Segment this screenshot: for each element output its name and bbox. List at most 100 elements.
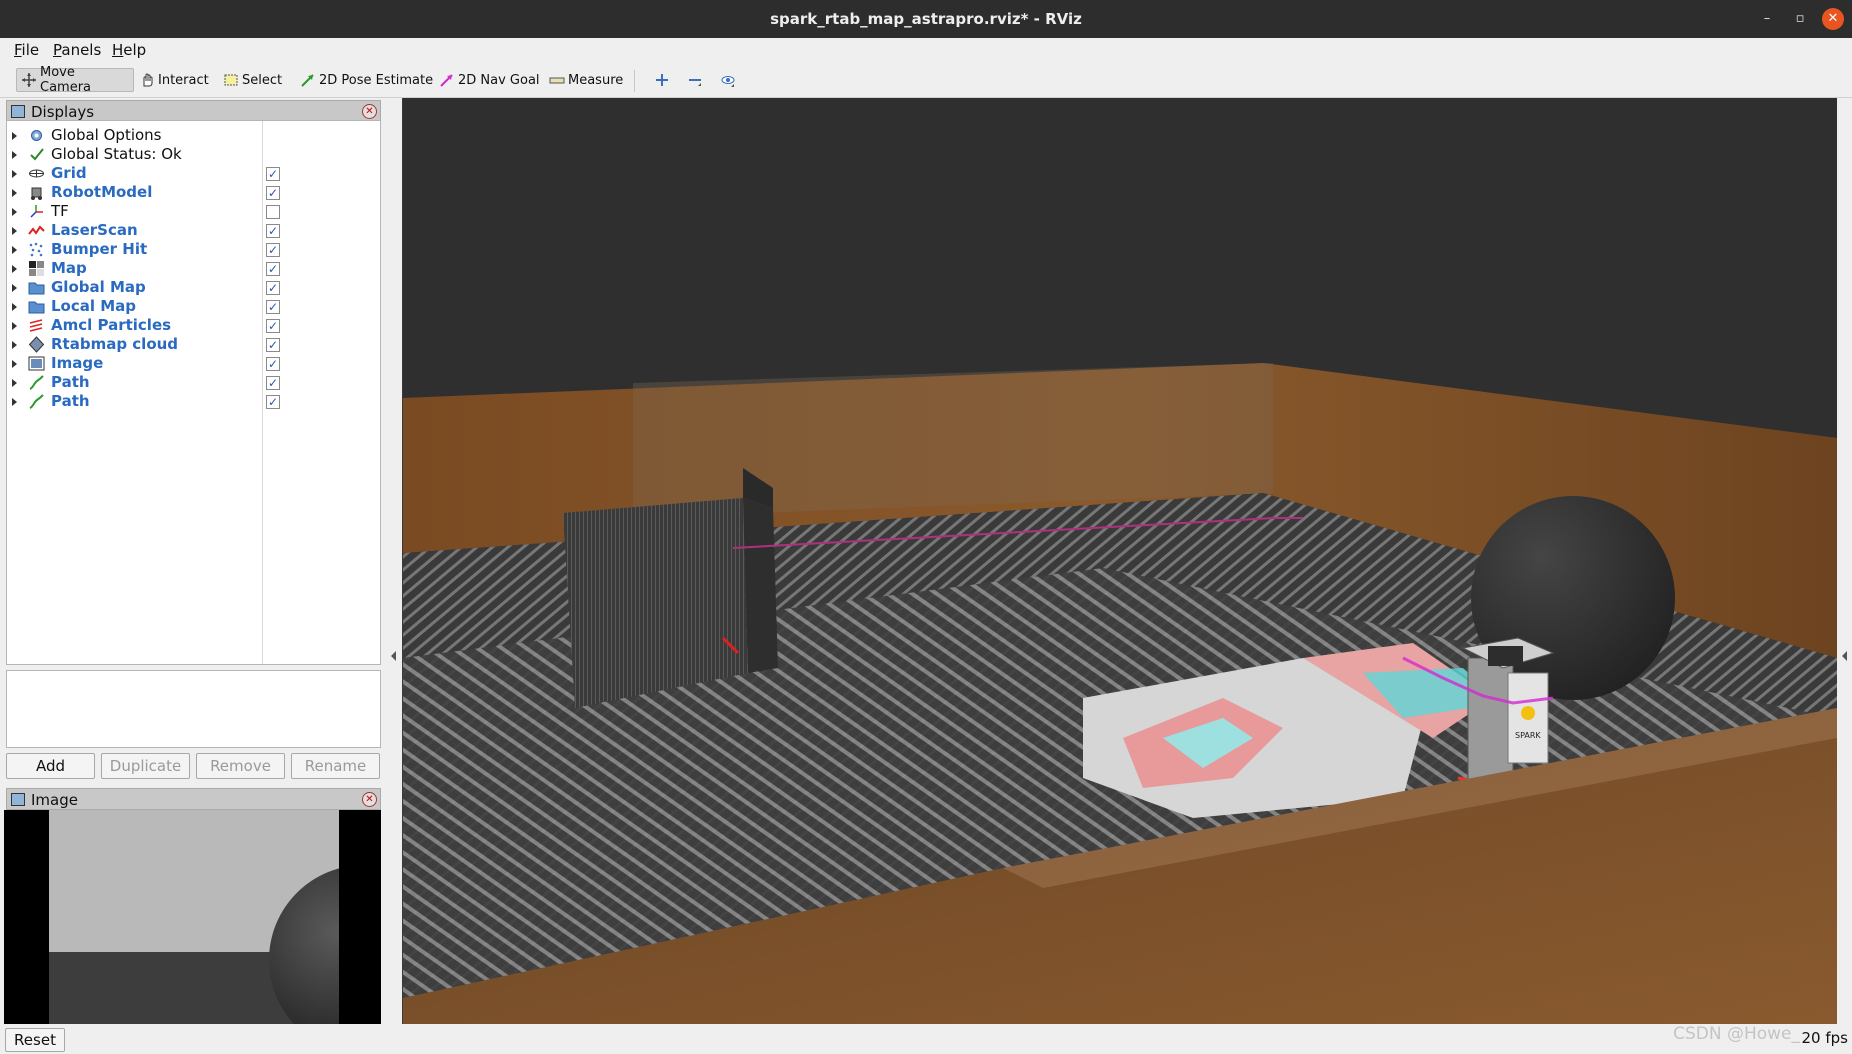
add-tool-button[interactable] [650,68,677,92]
expand-arrow-icon[interactable] [12,132,17,140]
enable-checkbox[interactable]: ✓ [266,167,280,181]
display-row-bumper-hit[interactable]: Bumper Hit ✓ [7,240,380,259]
pose-estimate-button[interactable]: 2D Pose Estimate [296,68,437,92]
display-row-global-map[interactable]: Global Map ✓ [7,278,380,297]
display-label: Image [51,354,104,372]
display-description-box [6,670,381,748]
expand-arrow-icon[interactable] [12,208,17,216]
laser-icon [28,222,45,239]
points-icon [28,241,45,258]
expand-arrow-icon[interactable] [12,398,17,406]
duplicate-display-button[interactable]: Duplicate [101,753,190,779]
remove-display-button[interactable]: Remove [196,753,285,779]
enable-checkbox[interactable]: ✓ [266,357,280,371]
particles-icon [28,317,45,334]
display-row-map[interactable]: Map ✓ [7,259,380,278]
menu-file[interactable]: File [14,41,39,59]
interact-label: Interact [158,72,209,88]
display-row-amcl-particles[interactable]: Amcl Particles ✓ [7,316,380,335]
pose-estimate-label: 2D Pose Estimate [319,72,434,88]
enable-checkbox[interactable]: ✓ [266,262,280,276]
reset-button[interactable]: Reset [5,1028,65,1052]
enable-checkbox[interactable]: ✓ [266,224,280,238]
move-camera-label: Move Camera [40,65,92,95]
folder-icon [28,298,45,315]
display-row-rtabmap-cloud[interactable]: Rtabmap cloud ✓ [7,335,380,354]
collapse-right-icon[interactable] [1842,651,1847,661]
expand-arrow-icon[interactable] [12,246,17,254]
3d-render-view[interactable]: SPARK [403,98,1837,1024]
display-row-image[interactable]: Image ✓ [7,354,380,373]
map-icon [28,260,45,277]
minus-icon [687,72,703,88]
expand-arrow-icon[interactable] [12,189,17,197]
select-label: Select [242,72,283,88]
view-options-button[interactable] [716,68,743,92]
menu-panels[interactable]: Panels [53,41,101,59]
displays-panel-header: Displays ✕ [6,100,381,122]
display-label: Amcl Particles [51,316,172,334]
close-image-panel-icon[interactable]: ✕ [362,792,377,807]
toolbar-separator [634,70,635,92]
collapse-left-icon[interactable] [391,651,396,661]
close-window-icon[interactable]: ✕ [1822,8,1844,30]
enable-checkbox[interactable]: ✓ [266,395,280,409]
expand-arrow-icon[interactable] [12,170,17,178]
enable-checkbox[interactable]: ✓ [266,376,280,390]
select-button[interactable]: Select [219,68,286,92]
expand-arrow-icon[interactable] [12,284,17,292]
select-box-icon [223,72,239,88]
display-label: Map [51,259,87,277]
display-label: Rtabmap cloud [51,335,179,353]
enable-checkbox[interactable]: ✓ [266,338,280,352]
display-row-laserscan[interactable]: LaserScan ✓ [7,221,380,240]
hand-icon [139,72,155,88]
expand-arrow-icon[interactable] [12,322,17,330]
nav-goal-button[interactable]: 2D Nav Goal [435,68,544,92]
toolbar: Move Camera Interact Select 2D Pose Esti… [0,62,1852,98]
maximize-icon[interactable]: ▫ [1789,8,1811,30]
expand-arrow-icon[interactable] [12,360,17,368]
enable-checkbox[interactable] [266,205,280,219]
enable-checkbox[interactable]: ✓ [266,281,280,295]
enable-checkbox[interactable]: ✓ [266,319,280,333]
display-row-global-status-ok[interactable]: Global Status: Ok [7,145,380,164]
gear-icon [28,127,45,144]
move-camera-button[interactable]: Move Camera [16,65,134,95]
close-panel-icon[interactable]: ✕ [362,104,377,119]
display-row-global-options[interactable]: Global Options [7,126,380,145]
menu-help[interactable]: Help [112,41,146,59]
display-label: Global Options [51,126,162,144]
move-camera-icon [21,72,37,88]
expand-arrow-icon[interactable] [12,227,17,235]
image-panel-icon [11,793,25,806]
display-row-local-map[interactable]: Local Map ✓ [7,297,380,316]
cloud-icon [28,336,45,353]
window-title: spark_rtab_map_astrapro.rviz* - RViz [770,10,1082,28]
interact-button[interactable]: Interact [135,68,213,92]
minimize-icon[interactable]: – [1756,8,1778,30]
remove-tool-button[interactable] [683,68,710,92]
display-row-path-2[interactable]: Path ✓ [7,392,380,411]
expand-arrow-icon[interactable] [12,341,17,349]
rename-display-button[interactable]: Rename [291,753,380,779]
display-row-robotmodel[interactable]: RobotModel ✓ [7,183,380,202]
display-row-path[interactable]: Path ✓ [7,373,380,392]
display-row-grid[interactable]: Grid ✓ [7,164,380,183]
left-splitter[interactable] [386,98,402,1024]
expand-arrow-icon[interactable] [12,379,17,387]
enable-checkbox[interactable]: ✓ [266,243,280,257]
enable-checkbox[interactable]: ✓ [266,300,280,314]
displays-tree: Global Options Global Status: Ok Grid ✓ Robo… [6,120,381,665]
right-splitter[interactable] [1837,98,1852,1024]
expand-arrow-icon[interactable] [12,265,17,273]
add-display-button[interactable]: Add [6,753,95,779]
eye-icon [720,72,736,88]
measure-button[interactable]: Measure [545,68,627,92]
display-label: Path [51,373,90,391]
expand-arrow-icon[interactable] [12,303,17,311]
enable-checkbox[interactable]: ✓ [266,186,280,200]
ruler-icon [549,72,565,88]
display-row-tf[interactable]: TF [7,202,380,221]
expand-arrow-icon[interactable] [12,151,17,159]
